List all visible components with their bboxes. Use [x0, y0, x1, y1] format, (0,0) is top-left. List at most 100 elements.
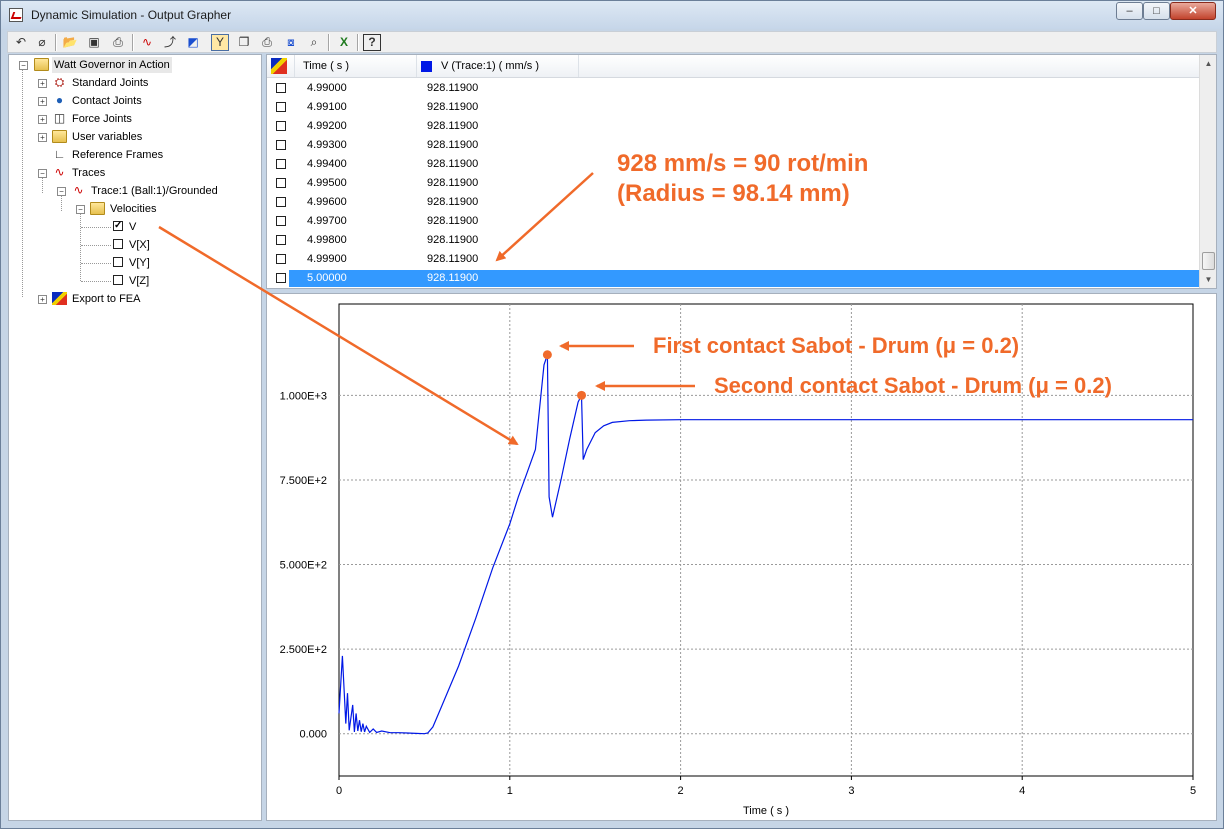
- velocity-cell: 928.11900: [427, 177, 479, 189]
- y-tick-label: 1.000E+3: [280, 390, 327, 402]
- time-cell: 4.99900: [307, 253, 347, 265]
- row-checkbox[interactable]: [276, 273, 286, 283]
- vx-checkbox[interactable]: [113, 239, 123, 249]
- expand-toggle[interactable]: +: [38, 115, 47, 124]
- undo-icon[interactable]: ↶: [12, 34, 30, 51]
- tree-item-velocities[interactable]: − Velocities: [74, 201, 254, 217]
- add-trace-icon[interactable]: ∿: [138, 34, 156, 51]
- collapse-toggle[interactable]: −: [57, 187, 66, 196]
- time-cell: 4.99400: [307, 158, 347, 170]
- y-tick-label: 5.000E+2: [280, 560, 327, 572]
- expand-toggle[interactable]: +: [38, 295, 47, 304]
- tree-connector: [81, 281, 111, 282]
- save-icon[interactable]: ▣: [85, 34, 103, 51]
- save-as-icon[interactable]: ⎙: [109, 34, 127, 51]
- app-icon: [9, 8, 23, 22]
- time-cell: 4.99800: [307, 234, 347, 246]
- row-checkbox[interactable]: [276, 83, 286, 93]
- second-contact-annotation: Second contact Sabot - Drum (μ = 0.2): [714, 373, 1112, 398]
- tree-connector: [80, 213, 81, 281]
- tree-item-traces[interactable]: − ∿ Traces: [36, 165, 256, 181]
- fea-export-icon[interactable]: ◩: [184, 34, 202, 51]
- tree-item-user-variables[interactable]: + User variables: [36, 129, 256, 145]
- table-corner[interactable]: [267, 55, 295, 77]
- help-icon[interactable]: ?: [363, 34, 381, 51]
- eraser-icon[interactable]: ⌀: [33, 34, 51, 51]
- velocity-cell: 928.11900: [427, 234, 479, 246]
- table-row[interactable]: 4.99000 928.11900: [267, 79, 1199, 98]
- x-tick-label: 1: [507, 785, 513, 797]
- browser-tree: − Watt Governor in Action + ⛭ Standard J…: [8, 54, 262, 821]
- collapse-toggle[interactable]: −: [38, 169, 47, 178]
- filter-icon[interactable]: Y: [211, 34, 229, 51]
- scroll-thumb[interactable]: [1202, 252, 1215, 270]
- expand-toggle[interactable]: +: [38, 133, 47, 142]
- tree-label-standard-joints: Standard Joints: [72, 77, 149, 89]
- tree-item-vy[interactable]: V[Y]: [111, 255, 211, 271]
- time-cell: 5.00000: [307, 272, 347, 284]
- tree-item-vz[interactable]: V[Z]: [111, 273, 211, 289]
- tree-item-reference-frames[interactable]: ∟ Reference Frames: [36, 147, 256, 163]
- tree-item-root[interactable]: − Watt Governor in Action: [17, 57, 257, 73]
- row-checkbox[interactable]: [276, 178, 286, 188]
- velocity-cell: 928.11900: [427, 158, 479, 170]
- velocity-cell: 928.11900: [427, 272, 479, 284]
- vz-checkbox[interactable]: [113, 275, 123, 285]
- toolbar-separator: [55, 34, 57, 51]
- tree-item-v[interactable]: ✓ V: [111, 219, 211, 235]
- column-header-series[interactable]: V (Trace:1) ( mm/s ): [417, 55, 579, 77]
- minimize-button[interactable]: –: [1116, 2, 1143, 20]
- row-checkbox[interactable]: [276, 140, 286, 150]
- row-checkbox[interactable]: [276, 216, 286, 226]
- row-checkbox[interactable]: [276, 121, 286, 131]
- tree-label-velocities: Velocities: [110, 203, 157, 215]
- zoom-fit-icon[interactable]: ⧇: [282, 34, 300, 51]
- vy-checkbox[interactable]: [113, 257, 123, 267]
- expand-toggle[interactable]: +: [38, 79, 47, 88]
- time-cell: 4.99700: [307, 215, 347, 227]
- tree-item-contact-joints[interactable]: + ● Contact Joints: [36, 93, 256, 109]
- row-checkbox[interactable]: [276, 235, 286, 245]
- copy-icon[interactable]: ❐: [235, 34, 253, 51]
- expand-toggle[interactable]: +: [38, 97, 47, 106]
- tree-label-export-fea: Export to FEA: [72, 293, 141, 305]
- tree-label-root: Watt Governor in Action: [52, 57, 172, 73]
- title-bar[interactable]: Dynamic Simulation - Output Grapher – □ …: [1, 1, 1223, 29]
- time-cell: 4.99100: [307, 101, 347, 113]
- open-folder-icon[interactable]: 📂: [61, 34, 79, 51]
- row-checkbox[interactable]: [276, 102, 286, 112]
- velocity-cell: 928.11900: [427, 82, 479, 94]
- velocity-cell: 928.11900: [427, 120, 479, 132]
- row-checkbox[interactable]: [276, 254, 286, 264]
- close-button[interactable]: ✕: [1170, 2, 1216, 20]
- collapse-toggle[interactable]: −: [19, 61, 28, 70]
- tree-label-reference-frames: Reference Frames: [72, 149, 164, 161]
- table-row[interactable]: 4.99900 928.11900: [267, 250, 1199, 269]
- table-row[interactable]: 5.00000 928.11900: [267, 269, 1199, 288]
- maximize-button[interactable]: □: [1143, 2, 1170, 20]
- scroll-down-button[interactable]: ▼: [1200, 271, 1216, 288]
- v-checkbox[interactable]: ✓: [113, 221, 123, 231]
- row-checkbox[interactable]: [276, 159, 286, 169]
- tree-connector: [22, 69, 23, 297]
- tree-item-trace1[interactable]: − ∿ Trace:1 (Ball:1)/Grounded: [55, 183, 255, 199]
- x-tick-label: 5: [1190, 785, 1196, 797]
- zoom-icon[interactable]: ⌕: [305, 34, 323, 51]
- table-header: Time ( s ) V (Trace:1) ( mm/s ): [267, 55, 1199, 78]
- tree-item-vx[interactable]: V[X]: [111, 237, 211, 253]
- table-row[interactable]: 4.99100 928.11900: [267, 98, 1199, 117]
- tree-item-force-joints[interactable]: + ◫ Force Joints: [36, 111, 256, 127]
- add-point-icon[interactable]: ⤴: [161, 34, 179, 51]
- tree-item-standard-joints[interactable]: + ⛭ Standard Joints: [36, 75, 256, 91]
- row-checkbox[interactable]: [276, 197, 286, 207]
- collapse-toggle[interactable]: −: [76, 205, 85, 214]
- column-header-time[interactable]: Time ( s ): [295, 55, 417, 77]
- table-scrollbar[interactable]: ▲ ▼: [1199, 55, 1216, 288]
- print-icon[interactable]: ⎙: [258, 34, 276, 51]
- table-row[interactable]: 4.99200 928.11900: [267, 117, 1199, 136]
- tree-item-export-fea[interactable]: + Export to FEA: [36, 291, 256, 307]
- excel-icon[interactable]: X: [335, 34, 353, 51]
- table-row[interactable]: 4.99800 928.11900: [267, 231, 1199, 250]
- scroll-up-button[interactable]: ▲: [1200, 55, 1216, 72]
- table-row[interactable]: 4.99700 928.11900: [267, 212, 1199, 231]
